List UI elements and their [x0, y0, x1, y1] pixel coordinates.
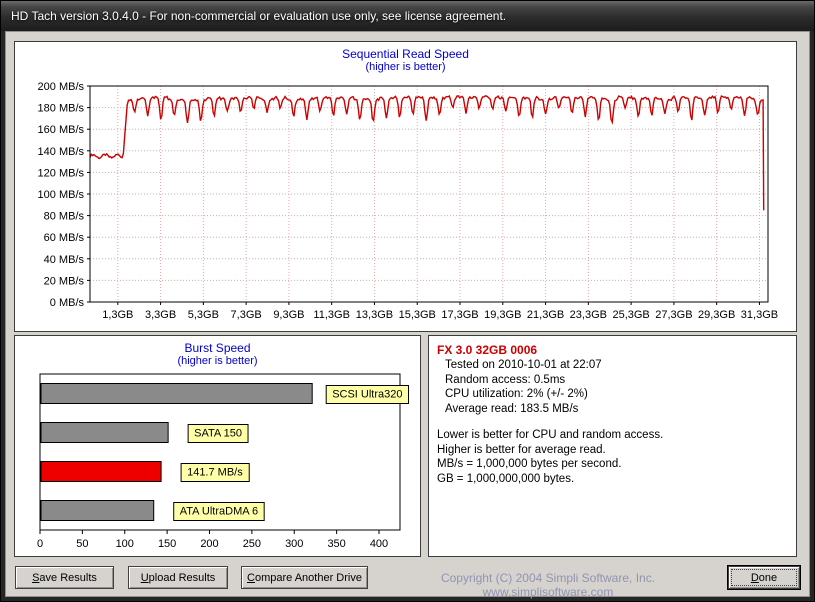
svg-text:160 MB/s: 160 MB/s	[38, 124, 85, 136]
svg-text:140 MB/s: 140 MB/s	[38, 146, 85, 158]
hdtach-window: HD Tach version 3.0.4.0 - For non-commer…	[0, 0, 815, 602]
save-results-label: Save Results	[16, 572, 113, 584]
burst-speed-panel: Burst Speed (higher is better) 0 50 100 150…	[14, 335, 421, 557]
svg-text:350: 350	[327, 538, 345, 550]
tested-date: Tested on 2010-10-01 at 22:07	[445, 358, 788, 373]
svg-text:180 MB/s: 180 MB/s	[38, 103, 85, 115]
sequential-read-subtitle: (higher is better)	[15, 61, 796, 74]
svg-text:40 MB/s: 40 MB/s	[44, 254, 85, 266]
window-content: Sequential Read Speed (higher is better)…	[5, 31, 810, 597]
svg-text:15,3GB: 15,3GB	[399, 309, 436, 321]
svg-text:7,3GB: 7,3GB	[231, 309, 262, 321]
svg-text:0: 0	[37, 538, 43, 550]
svg-text:150: 150	[158, 538, 176, 550]
svg-text:31,3GB: 31,3GB	[741, 309, 778, 321]
random-access: Random access: 0.5ms	[445, 373, 788, 388]
svg-text:20 MB/s: 20 MB/s	[44, 275, 85, 287]
svg-text:ATA UltraDMA 6: ATA UltraDMA 6	[180, 506, 258, 518]
svg-text:100 MB/s: 100 MB/s	[38, 189, 85, 201]
svg-text:27,3GB: 27,3GB	[655, 309, 692, 321]
svg-text:60 MB/s: 60 MB/s	[44, 232, 85, 244]
svg-text:5,3GB: 5,3GB	[188, 309, 219, 321]
svg-text:21,3GB: 21,3GB	[527, 309, 564, 321]
burst-speed-subtitle: (higher is better)	[15, 355, 420, 368]
svg-text:100: 100	[116, 538, 134, 550]
burst-speed-chart: 0 50 100 150 200 250 300 350 400 SCSI Ultra320 SAT…	[16, 370, 420, 556]
svg-text:23,3GB: 23,3GB	[570, 309, 607, 321]
svg-text:50: 50	[76, 538, 88, 550]
svg-text:1,3GB: 1,3GB	[102, 309, 133, 321]
svg-text:17,3GB: 17,3GB	[441, 309, 478, 321]
svg-text:13,3GB: 13,3GB	[356, 309, 393, 321]
spacer	[437, 416, 788, 428]
note-gb-definition: GB = 1,000,000,000 bytes.	[437, 472, 788, 487]
done-label: Done	[729, 572, 799, 584]
svg-text:141.7 MB/s: 141.7 MB/s	[187, 467, 243, 479]
note-mbs-definition: MB/s = 1,000,000 bytes per second.	[437, 457, 788, 472]
drive-name: FX 3.0 32GB 0006	[437, 342, 788, 358]
window-title: HD Tach version 3.0.4.0 - For non-commer…	[11, 9, 506, 23]
cpu-utilization: CPU utilization: 2% (+/- 2%)	[445, 387, 788, 402]
upload-results-label: Upload Results	[129, 572, 227, 584]
note-higher-better: Higher is better for average read.	[437, 443, 788, 458]
sequential-read-chart: 0 MB/s 20 MB/s 40 MB/s 60 MB/s 80 MB/s 100 MB…	[16, 78, 796, 330]
title-bar[interactable]: HD Tach version 3.0.4.0 - For non-commer…	[1, 1, 814, 31]
svg-text:11,3GB: 11,3GB	[313, 309, 350, 321]
svg-text:SATA 150: SATA 150	[194, 428, 242, 440]
svg-text:SCSI Ultra320: SCSI Ultra320	[332, 389, 402, 401]
svg-text:400: 400	[370, 538, 388, 550]
svg-text:200: 200	[200, 538, 218, 550]
svg-text:9,3GB: 9,3GB	[273, 309, 304, 321]
sequential-read-panel: Sequential Read Speed (higher is better)…	[14, 41, 797, 332]
burst-speed-title: Burst Speed	[15, 341, 420, 355]
compare-another-drive-label: Compare Another Drive	[242, 572, 367, 584]
svg-text:0 MB/s: 0 MB/s	[50, 297, 85, 309]
svg-text:250: 250	[243, 538, 261, 550]
compare-another-drive-button[interactable]: Compare Another Drive	[241, 566, 368, 589]
save-results-button[interactable]: Save Results	[15, 566, 114, 589]
sequential-read-title: Sequential Read Speed	[15, 47, 796, 61]
svg-text:200 MB/s: 200 MB/s	[38, 81, 85, 93]
done-button[interactable]: Done	[728, 566, 800, 589]
average-read: Average read: 183.5 MB/s	[445, 402, 788, 417]
svg-text:300: 300	[285, 538, 303, 550]
note-lower-better: Lower is better for CPU and random acces…	[437, 428, 788, 443]
svg-text:25,3GB: 25,3GB	[612, 309, 649, 321]
svg-text:120 MB/s: 120 MB/s	[38, 167, 85, 179]
copyright-text: Copyright (C) 2004 Simpli Software, Inc.…	[382, 571, 714, 599]
svg-text:80 MB/s: 80 MB/s	[44, 211, 85, 223]
results-info-panel: FX 3.0 32GB 0006 Tested on 2010-10-01 at…	[428, 335, 797, 557]
upload-results-button[interactable]: Upload Results	[128, 566, 228, 589]
svg-text:29,3GB: 29,3GB	[698, 309, 735, 321]
svg-text:19,3GB: 19,3GB	[484, 309, 521, 321]
svg-text:3,3GB: 3,3GB	[145, 309, 176, 321]
